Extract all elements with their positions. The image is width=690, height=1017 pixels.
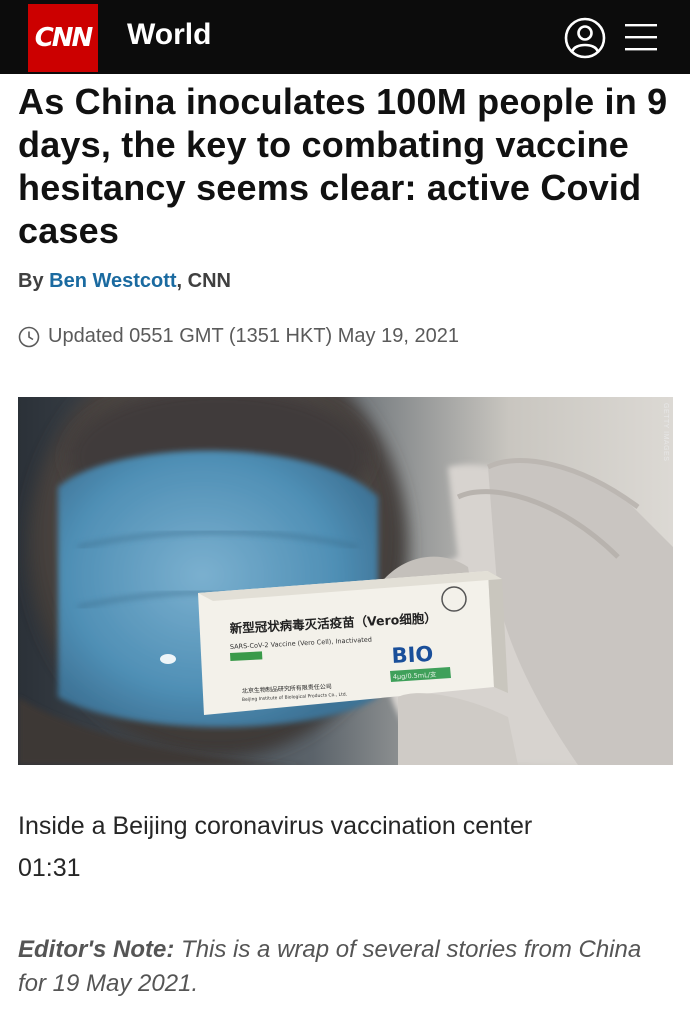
hamburger-menu-icon[interactable] (624, 20, 658, 54)
video-title[interactable]: Inside a Beijing coronavirus vaccination… (18, 812, 532, 841)
byline-suffix: , CNN (176, 270, 231, 292)
article-photo[interactable]: 新型冠状病毒灭活疫苗（Vero细胞） SARS-CoV-2 Vaccine (V… (18, 397, 673, 765)
article-headline: As China inoculates 100M people in 9 day… (18, 81, 668, 251)
byline: By Ben Westcott, CNN (18, 270, 231, 293)
editors-note-label: Editor's Note: (18, 936, 175, 963)
updated-text: Updated 0551 GMT (1351 HKT) May 19, 2021 (48, 325, 459, 347)
clock-icon (18, 326, 40, 347)
photo-credit: GETTY IMAGES (662, 403, 669, 462)
box-brand: BIO (391, 642, 434, 668)
cnn-logo[interactable]: CNN (28, 4, 98, 72)
vaccine-photo-illustration: 新型冠状病毒灭活疫苗（Vero细胞） SARS-CoV-2 Vaccine (V… (18, 397, 673, 765)
byline-prefix: By (18, 270, 50, 292)
updated-timestamp: Updated 0551 GMT (1351 HKT) May 19, 2021 (18, 325, 459, 348)
section-title[interactable]: World (127, 18, 211, 52)
user-icon[interactable] (564, 17, 606, 59)
author-link[interactable]: Ben Westcott (49, 270, 176, 292)
logo-text: CNN (34, 23, 94, 53)
editors-note: Editor's Note: This is a wrap of several… (18, 933, 658, 1001)
video-duration: 01:31 (18, 854, 81, 882)
top-navigation-bar: CNN World (0, 0, 690, 74)
